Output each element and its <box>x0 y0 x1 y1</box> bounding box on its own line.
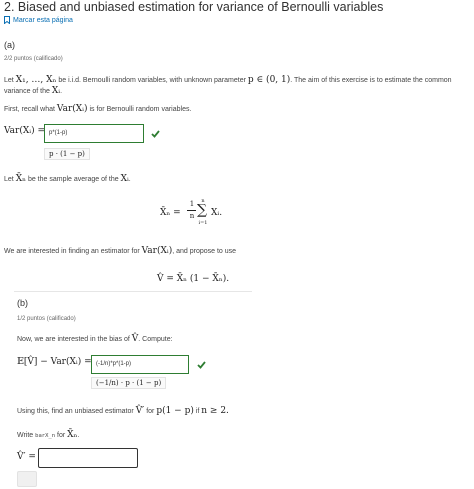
write-hint: Write barX_n for X̄ₙ. <box>17 430 80 440</box>
page-title: 2. Biased and unbiased estimation for va… <box>4 0 384 14</box>
vhat-formula: V̂ = X̄ₙ (1 − X̄ₙ). <box>157 274 230 284</box>
part-b-label: (b) <box>17 298 28 308</box>
bias-text: Now, we are interested in the bias of V̂… <box>17 334 173 344</box>
recall-text: First, recall what Var(Xᵢ) is for Bernou… <box>4 104 192 114</box>
variance-answer-input[interactable]: p*(1-p) <box>44 124 144 143</box>
part-a-label: (a) <box>4 40 15 50</box>
variance-answer-preview: p · (1 − p) <box>44 148 90 160</box>
part-b-score: 1/2 puntos (calificado) <box>17 316 76 322</box>
correct-check-icon <box>151 130 160 138</box>
q3-lhs: V̂′ = <box>17 452 36 462</box>
preview-placeholder <box>17 471 37 487</box>
unbiased-text: Using this, find an unbiased estimator V… <box>17 406 229 416</box>
section-divider <box>14 291 252 292</box>
part-a-intro-line2: variance of the Xᵢ. <box>4 86 63 96</box>
bias-answer-input[interactable]: (-1/n)*p*(1-p) <box>91 355 189 374</box>
q2-lhs: 𝔼[V̂] − Var(Xᵢ) = <box>17 357 92 367</box>
part-a-intro-line1: Let X₁, …, Xₙ be i.i.d. Bernoulli random… <box>4 75 452 85</box>
interest-text: We are interested in finding an estimato… <box>4 246 237 256</box>
unbiased-estimator-input[interactable] <box>38 448 138 468</box>
let-text: Let X̄ₙ be the sample average of the Xᵢ. <box>4 174 131 184</box>
bookmark-link[interactable]: Marcar esta página <box>4 16 73 24</box>
q1-lhs: Var(Xᵢ) = <box>4 126 45 136</box>
bias-answer-preview: (−1/n) · p · (1 − p) <box>91 377 167 389</box>
part-a-score: 2/2 puntos (calificado) <box>4 56 63 62</box>
bookmark-icon <box>4 16 10 24</box>
bookmark-label: Marcar esta página <box>13 16 73 24</box>
correct-check-icon <box>197 361 206 369</box>
